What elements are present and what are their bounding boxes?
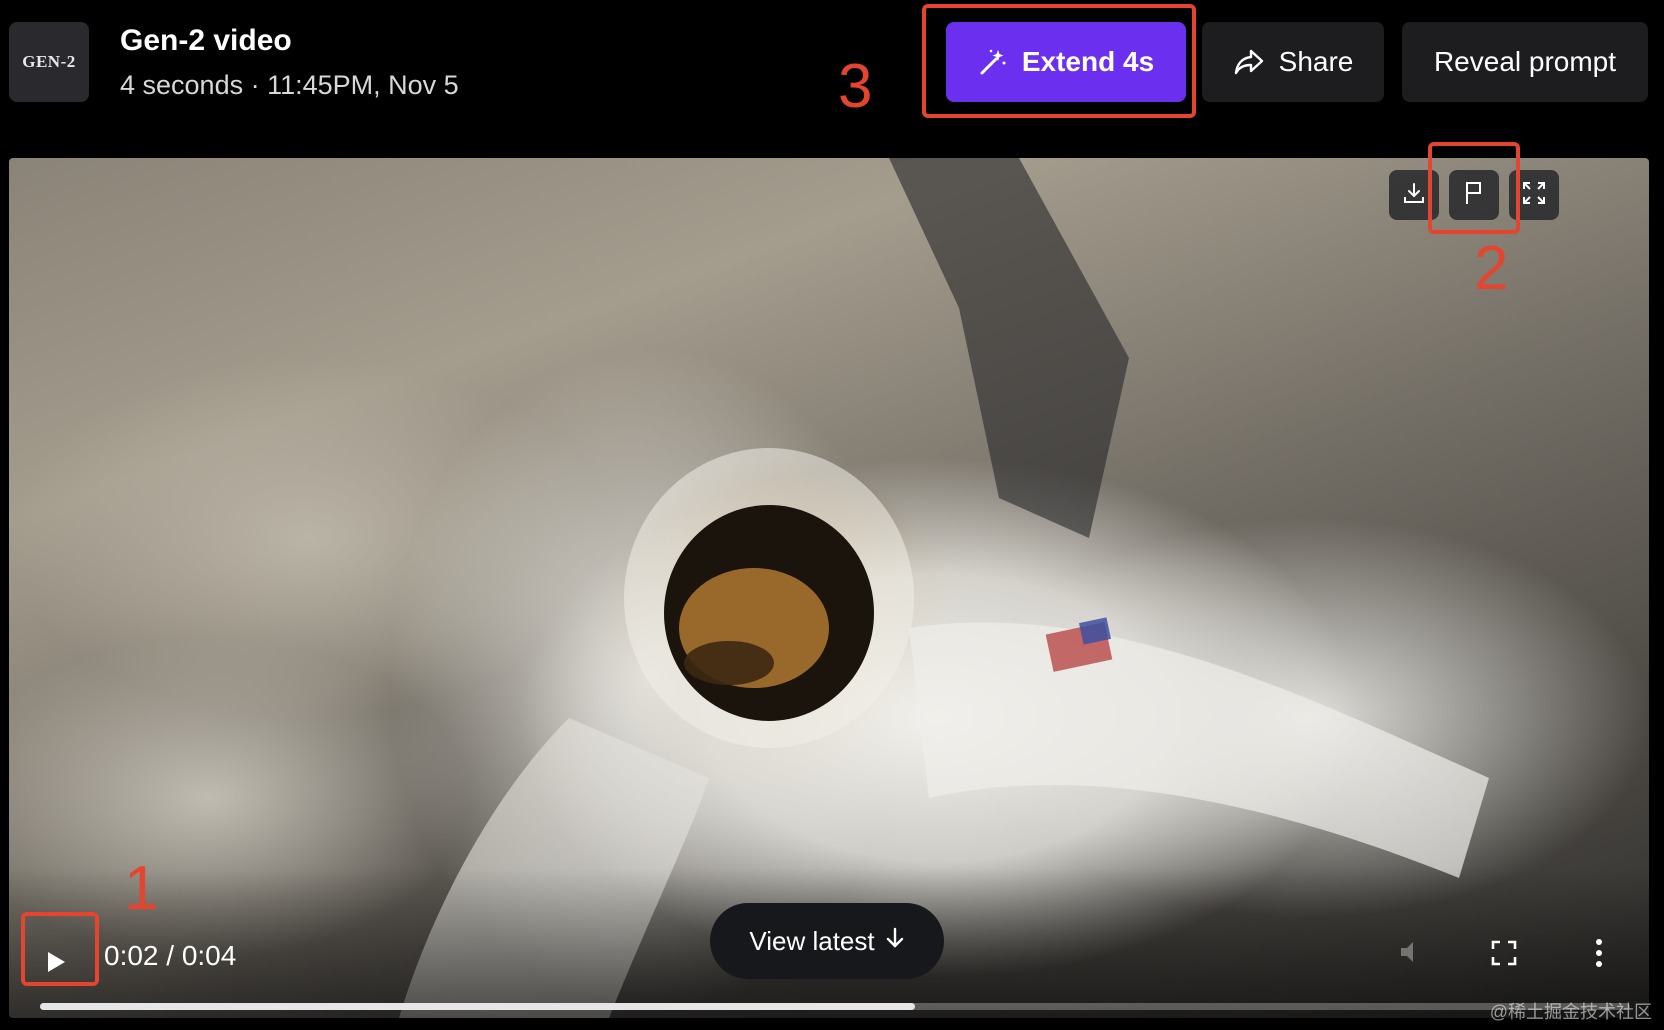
reveal-prompt-label: Reveal prompt bbox=[1433, 46, 1617, 77]
video-player[interactable] bbox=[9, 158, 1649, 1018]
annotation-box-1 bbox=[21, 912, 99, 986]
video-thumbnail[interactable]: GEN-2 bbox=[9, 22, 89, 102]
share-button[interactable]: Share bbox=[1202, 22, 1384, 102]
arrow-down-icon bbox=[885, 926, 905, 957]
annotation-number-1: 1 bbox=[124, 854, 159, 923]
view-latest-label: View latest bbox=[749, 925, 875, 956]
progress-bar[interactable] bbox=[40, 1003, 1630, 1010]
share-icon bbox=[1233, 48, 1265, 76]
watermark: @稀土掘金技术社区 bbox=[1489, 1002, 1652, 1022]
progress-fill bbox=[40, 1003, 915, 1010]
more-options-icon bbox=[1594, 938, 1604, 973]
download-icon bbox=[1401, 180, 1427, 211]
expand-icon bbox=[1521, 180, 1547, 211]
annotation-number-2: 2 bbox=[1474, 234, 1509, 303]
annotation-box-2 bbox=[1428, 142, 1520, 234]
annotation-box-3 bbox=[922, 4, 1196, 118]
volume-button[interactable] bbox=[1391, 934, 1431, 974]
thumbnail-label: GEN-2 bbox=[22, 52, 76, 71]
annotation-number-3: 3 bbox=[838, 52, 873, 121]
header: GEN-2 Gen-2 video 4 seconds · 11:45PM, N… bbox=[0, 0, 1664, 150]
reveal-prompt-button[interactable]: Reveal prompt bbox=[1402, 22, 1648, 102]
video-title: Gen-2 video bbox=[120, 24, 292, 57]
more-options-button[interactable] bbox=[1579, 935, 1619, 975]
video-meta: 4 seconds · 11:45PM, Nov 5 bbox=[120, 70, 459, 100]
fullscreen-button[interactable] bbox=[1484, 935, 1524, 975]
share-label: Share bbox=[1278, 46, 1354, 77]
time-display: 0:02 / 0:04 bbox=[104, 940, 237, 971]
volume-icon bbox=[1396, 937, 1426, 972]
view-latest-button[interactable]: View latest bbox=[710, 903, 944, 979]
fullscreen-icon bbox=[1490, 939, 1518, 972]
